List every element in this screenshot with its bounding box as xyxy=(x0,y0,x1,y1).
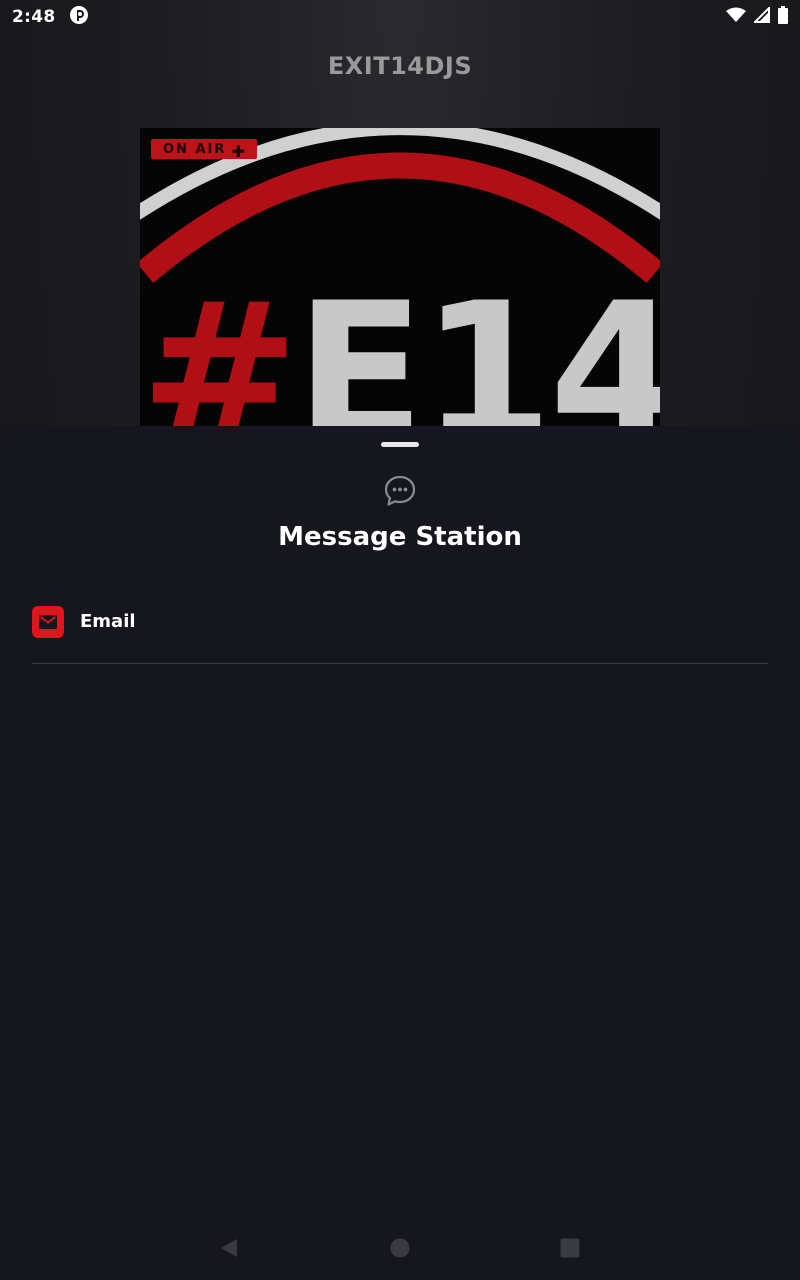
navigation-bar xyxy=(0,1216,800,1280)
screen: 2:48 EXIT14DJS ON AIR ✚ #E14 Message Sta… xyxy=(0,0,800,1280)
logo-middle: E14D xyxy=(295,262,660,427)
logo-hash: # xyxy=(140,262,299,427)
message-station-sheet: Message Station Email xyxy=(0,426,800,1280)
station-artwork: ON AIR ✚ #E14DS xyxy=(140,128,660,426)
email-icon xyxy=(32,606,64,638)
home-icon[interactable] xyxy=(390,1238,410,1262)
on-air-plus-icon: ✚ xyxy=(231,142,245,161)
on-air-label: ON AIR xyxy=(163,141,227,157)
email-option[interactable]: Email xyxy=(32,606,768,664)
status-bar: 2:48 xyxy=(0,0,800,34)
cell-signal-icon xyxy=(752,5,770,27)
back-icon[interactable] xyxy=(219,1238,239,1262)
wifi-icon xyxy=(726,7,746,27)
on-air-badge: ON AIR ✚ xyxy=(151,139,257,161)
recents-icon[interactable] xyxy=(560,1238,580,1262)
status-right xyxy=(726,5,788,28)
status-time: 2:48 xyxy=(12,7,56,27)
station-title: EXIT14DJS xyxy=(327,52,473,80)
status-left: 2:48 xyxy=(12,5,89,29)
email-option-label: Email xyxy=(80,611,136,632)
chat-bubble-icon xyxy=(383,474,417,508)
sheet-drag-handle[interactable] xyxy=(381,442,419,447)
station-logo-text: #E14DS xyxy=(140,278,660,427)
battery-icon xyxy=(778,6,788,28)
sheet-title: Message Station xyxy=(278,522,522,552)
app-notification-icon xyxy=(69,5,89,29)
